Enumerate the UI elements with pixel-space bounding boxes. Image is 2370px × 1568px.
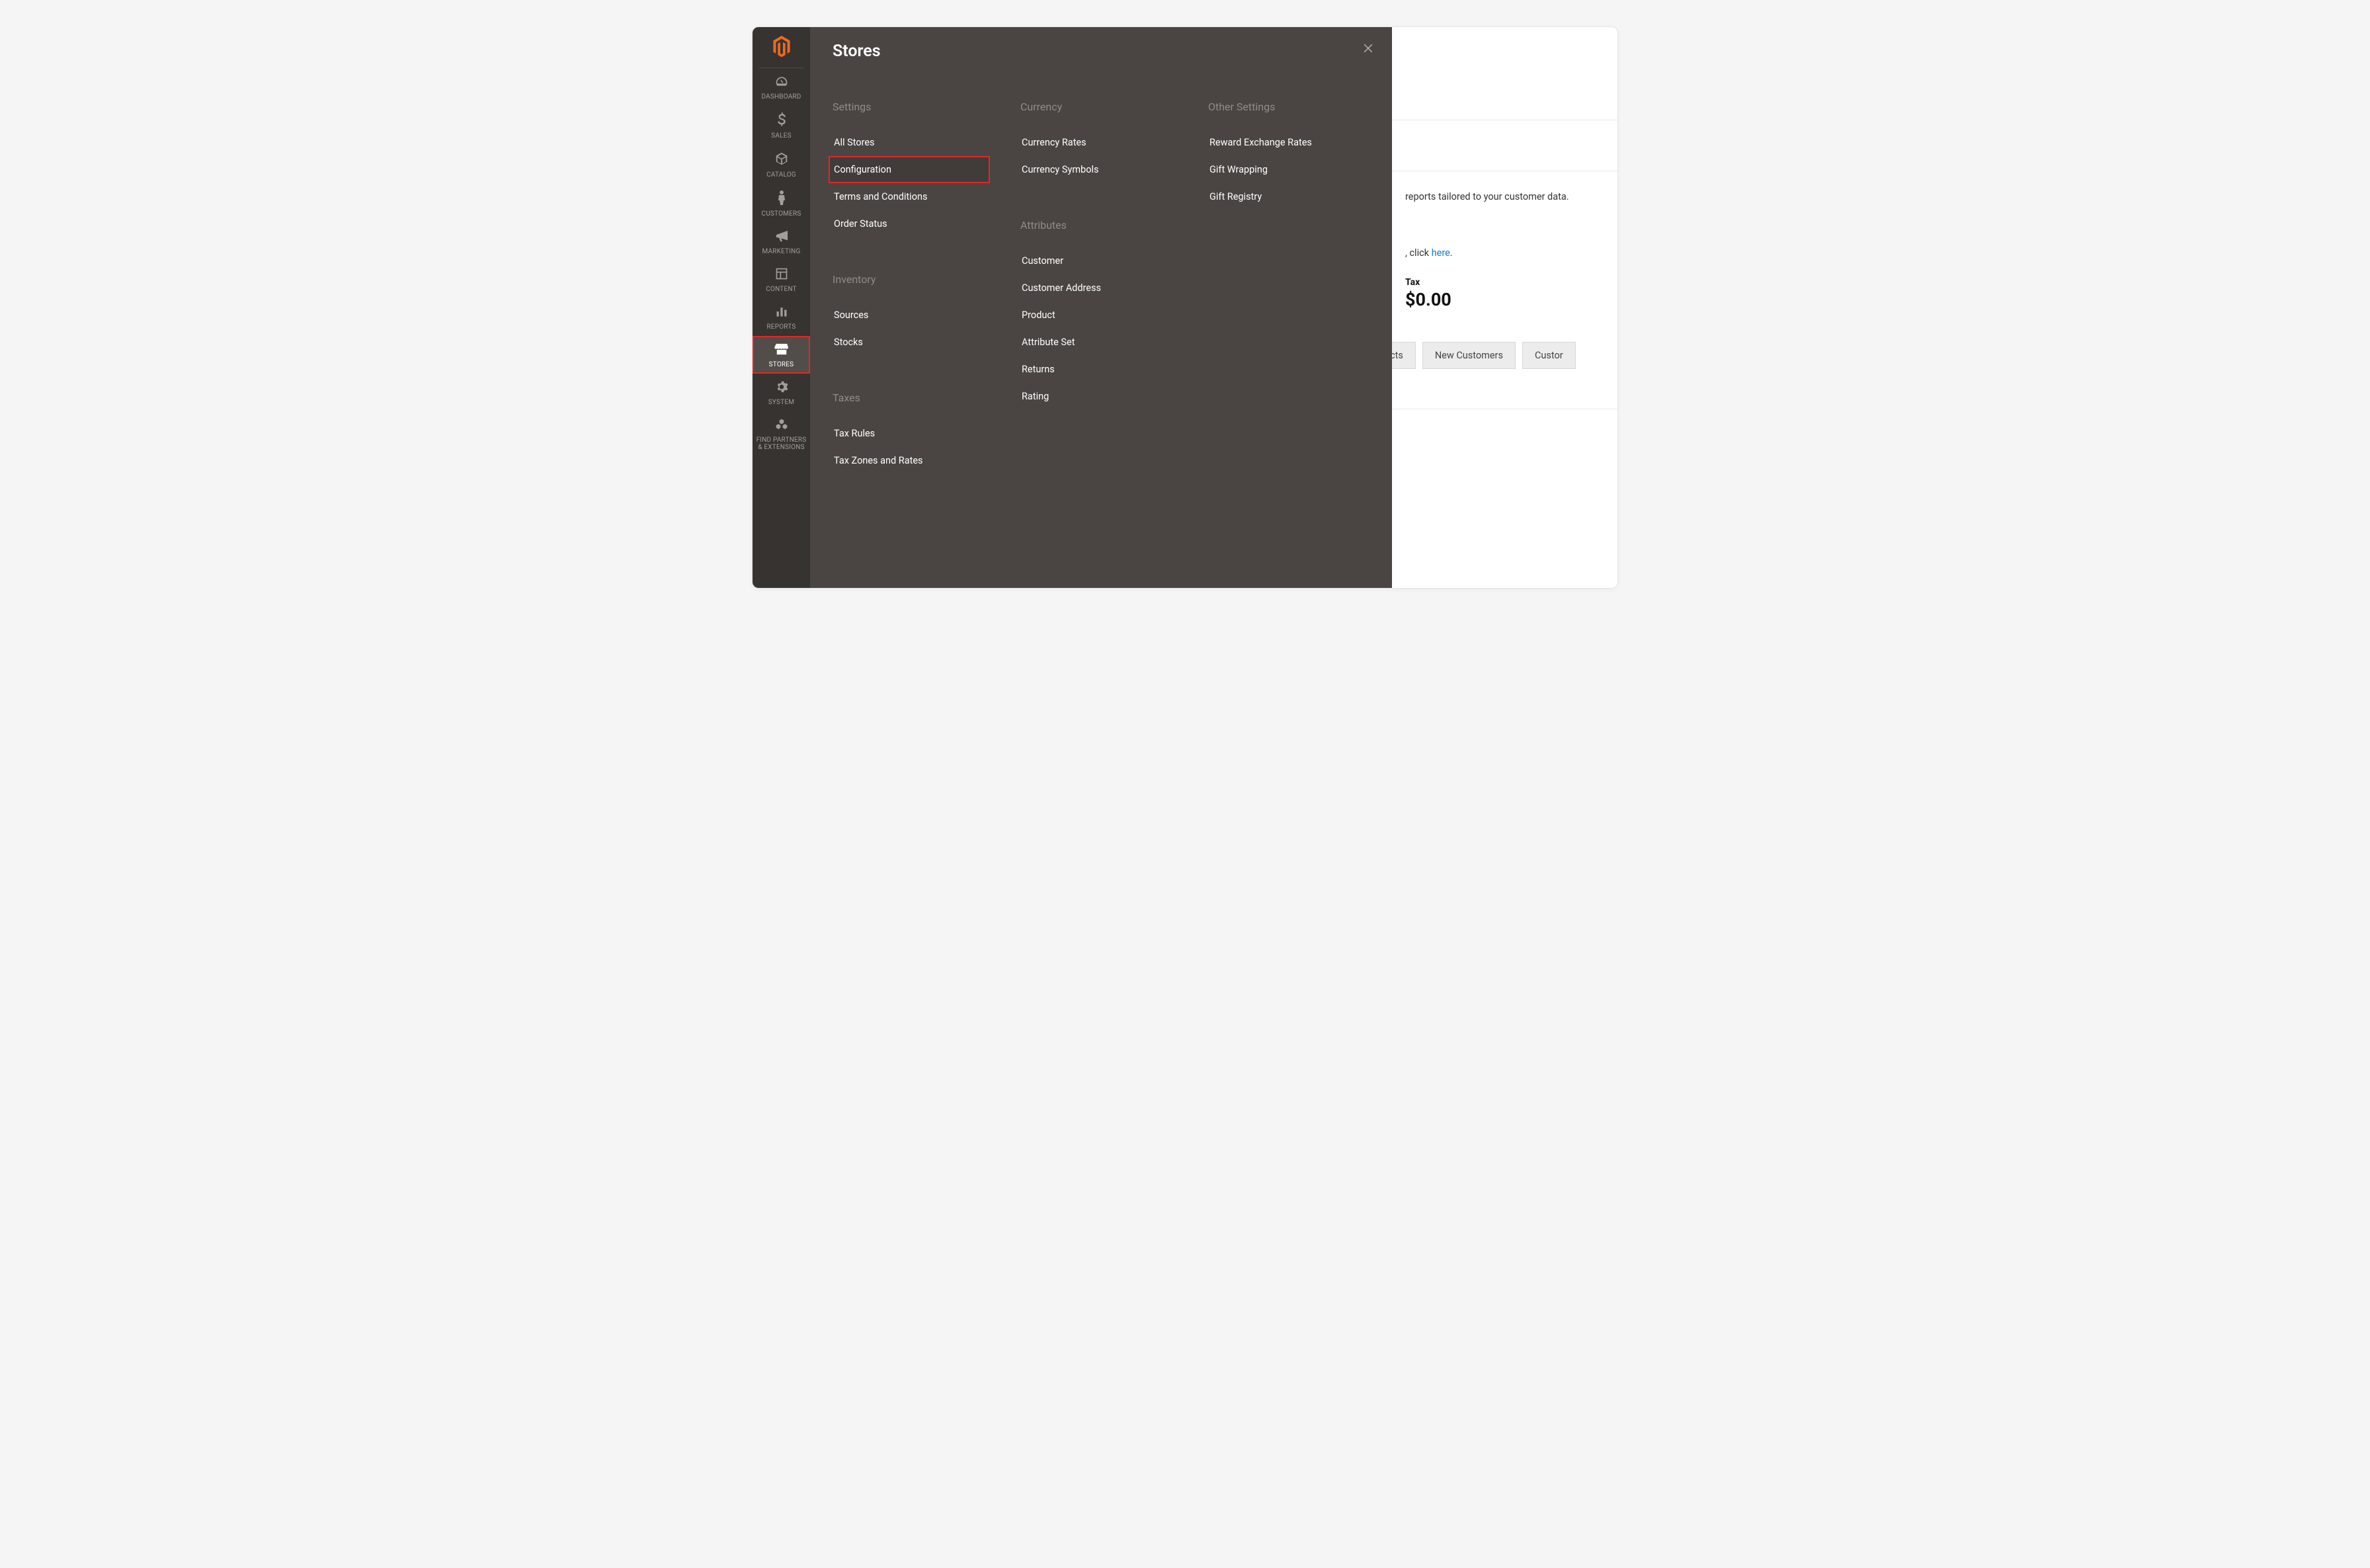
group-currency: Currency Currency Rates Currency Symbols — [1016, 101, 1204, 183]
link-tax-rules[interactable]: Tax Rules — [829, 420, 990, 447]
link-order-status[interactable]: Order Status — [829, 210, 990, 237]
group-settings: Settings All Stores Configuration Terms … — [829, 101, 1016, 237]
link-sources[interactable]: Sources — [829, 302, 990, 329]
flyout-title: Stores — [810, 42, 1392, 61]
nav-customers[interactable]: CUSTOMERS — [753, 184, 810, 223]
tab-customers[interactable]: Custor — [1522, 342, 1576, 369]
dollar-icon — [754, 112, 809, 130]
layout-icon — [754, 267, 809, 283]
nav-dashboard[interactable]: DASHBOARD — [753, 68, 810, 106]
group-attributes: Attributes Customer Customer Address Pro… — [1016, 219, 1204, 410]
link-attr-rating[interactable]: Rating — [1016, 383, 1178, 410]
background-page: reports tailored to your customer data. … — [1392, 27, 1618, 588]
nav-label: MARKETING — [754, 248, 809, 255]
nav-label: DASHBOARD — [754, 93, 809, 101]
stat-label: Tax — [1405, 277, 1618, 288]
nav-label: REPORTS — [754, 323, 809, 331]
bg-text-2: , click — [1405, 247, 1432, 259]
nav-content[interactable]: CONTENT — [753, 261, 810, 298]
logo[interactable] — [759, 27, 803, 68]
admin-sidebar: DASHBOARD SALES CATALOG CUSTOMERS MARKET… — [753, 27, 810, 588]
link-configuration[interactable]: Configuration — [829, 156, 990, 183]
here-link[interactable]: here — [1432, 247, 1450, 259]
nav-marketing[interactable]: MARKETING — [753, 223, 810, 261]
nav-label: CATALOG — [754, 171, 809, 179]
link-attr-customer[interactable]: Customer — [1016, 247, 1178, 274]
link-all-stores[interactable]: All Stores — [829, 129, 990, 156]
nav-stores[interactable]: STORES — [753, 336, 810, 374]
group-title: Settings — [833, 101, 1012, 113]
flyout-col-1: Settings All Stores Configuration Terms … — [829, 101, 1016, 510]
tabs-row: ucts New Customers Custor — [1392, 322, 1618, 369]
link-attr-customer-address[interactable]: Customer Address — [1016, 274, 1178, 302]
nav-label: STORES — [754, 361, 809, 368]
stat-value: $0.00 — [1405, 289, 1618, 310]
app-window: DASHBOARD SALES CATALOG CUSTOMERS MARKET… — [752, 26, 1618, 589]
magento-logo-icon — [772, 36, 791, 60]
link-attr-returns[interactable]: Returns — [1016, 356, 1178, 383]
blocks-icon — [754, 418, 809, 434]
bg-note: , click here. — [1405, 247, 1618, 259]
link-reward-exchange[interactable]: Reward Exchange Rates — [1204, 129, 1366, 156]
nav-label: SALES — [754, 132, 809, 140]
flyout-col-3: Other Settings Reward Exchange Rates Gif… — [1204, 101, 1392, 510]
flyout-columns: Settings All Stores Configuration Terms … — [810, 101, 1392, 510]
group-title: Attributes — [1020, 219, 1200, 231]
group-other: Other Settings Reward Exchange Rates Gif… — [1204, 101, 1392, 210]
nav-label: FIND PARTNERS & EXTENSIONS — [754, 436, 809, 451]
nav-reports[interactable]: REPORTS — [753, 298, 810, 336]
nav-label: SYSTEM — [754, 399, 809, 406]
nav-catalog[interactable]: CATALOG — [753, 145, 810, 184]
group-title: Other Settings — [1208, 101, 1388, 113]
store-icon — [754, 343, 809, 358]
group-title: Currency — [1020, 101, 1200, 113]
close-button[interactable] — [1358, 39, 1379, 60]
box-icon — [754, 151, 809, 169]
group-title: Taxes — [833, 392, 1012, 404]
group-title: Inventory — [833, 273, 1012, 286]
spacer — [1392, 120, 1618, 171]
link-terms[interactable]: Terms and Conditions — [829, 183, 990, 210]
dashboard-icon — [754, 75, 809, 91]
nav-label: CUSTOMERS — [754, 210, 809, 218]
stores-flyout: Stores Settings All Stores Configuration… — [810, 27, 1392, 588]
link-currency-symbols[interactable]: Currency Symbols — [1016, 156, 1178, 183]
nav-system[interactable]: SYSTEM — [753, 374, 810, 411]
link-gift-registry[interactable]: Gift Registry — [1204, 183, 1366, 210]
link-tax-zones[interactable]: Tax Zones and Rates — [829, 447, 990, 474]
link-gift-wrapping[interactable]: Gift Wrapping — [1204, 156, 1366, 183]
flyout-col-2: Currency Currency Rates Currency Symbols… — [1016, 101, 1204, 510]
person-icon — [754, 190, 809, 208]
megaphone-icon — [754, 229, 809, 245]
nav-sales[interactable]: SALES — [753, 106, 810, 145]
link-attr-product[interactable]: Product — [1016, 302, 1178, 329]
group-taxes: Taxes Tax Rules Tax Zones and Rates — [829, 392, 1016, 474]
bar-chart-icon — [754, 305, 809, 321]
nav-partners[interactable]: FIND PARTNERS & EXTENSIONS — [753, 411, 810, 456]
link-currency-rates[interactable]: Currency Rates — [1016, 129, 1178, 156]
link-stocks[interactable]: Stocks — [829, 329, 990, 356]
tab-new-customers[interactable]: New Customers — [1422, 342, 1516, 369]
nav-label: CONTENT — [754, 286, 809, 293]
bg-text-1: reports tailored to your customer data. — [1405, 191, 1569, 202]
group-inventory: Inventory Sources Stocks — [829, 273, 1016, 356]
stat-block: Tax $0.00 — [1392, 265, 1618, 322]
gear-icon — [754, 380, 809, 396]
bg-text-section: reports tailored to your customer data. … — [1392, 171, 1618, 265]
close-icon — [1362, 42, 1375, 58]
period: . — [1450, 247, 1453, 259]
link-attr-set[interactable]: Attribute Set — [1016, 329, 1178, 356]
